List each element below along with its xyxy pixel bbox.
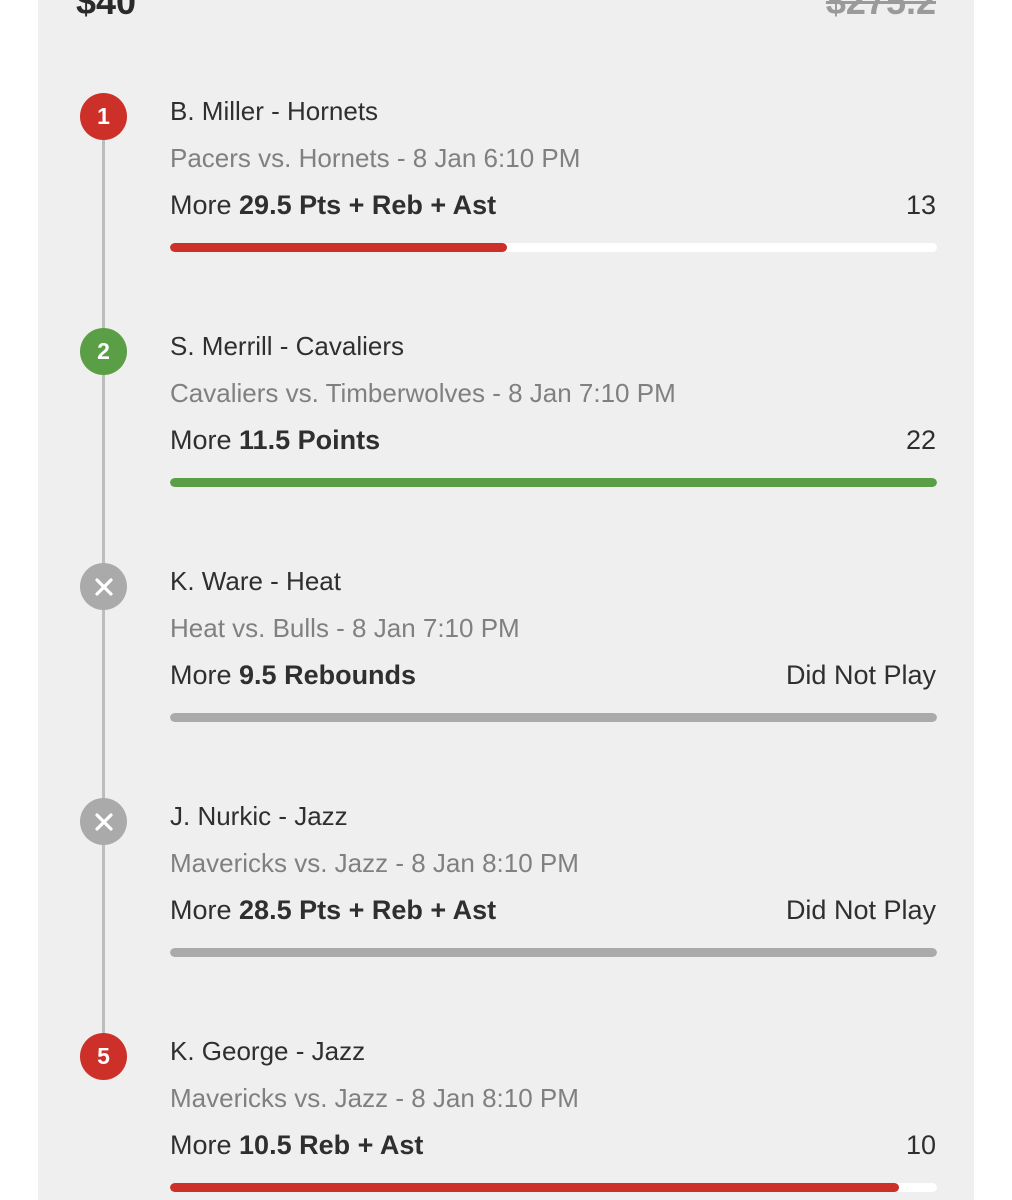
leg-number-badge: 2 xyxy=(80,328,127,375)
game-info: Cavaliers vs. Timberwolves - 8 Jan 7:10 … xyxy=(170,378,676,408)
player-name: B. Miller - Hornets xyxy=(170,96,379,126)
game-info: Heat vs. Bulls - 8 Jan 7:10 PM xyxy=(170,613,520,643)
prop-stat: 28.5 Pts + Reb + Ast xyxy=(239,895,497,925)
pick-leg[interactable]: 2 S. Merrill - Cavaliers Cavaliers vs. T… xyxy=(38,235,974,487)
game-info: Pacers vs. Hornets - 8 Jan 6:10 PM xyxy=(170,143,581,173)
close-icon xyxy=(94,577,113,596)
prop-direction: More xyxy=(170,660,232,690)
prop-line: More 11.5 Points xyxy=(170,424,380,456)
prop-stat: 29.5 Pts + Reb + Ast xyxy=(239,190,497,220)
player-name: J. Nurkic - Jazz xyxy=(170,801,348,831)
pick-leg[interactable]: K. Ware - Heat Heat vs. Bulls - 8 Jan 7:… xyxy=(38,470,974,722)
player-name: K. George - Jazz xyxy=(170,1036,366,1066)
stat-result: 13 xyxy=(905,190,936,220)
prop-direction: More xyxy=(170,1130,232,1160)
void-badge xyxy=(80,563,127,610)
prop-line: More 28.5 Pts + Reb + Ast xyxy=(170,894,496,926)
prop-stat: 10.5 Reb + Ast xyxy=(239,1130,424,1160)
pick-leg[interactable]: 1 B. Miller - Hornets Pacers vs. Hornets… xyxy=(38,0,974,252)
game-info: Mavericks vs. Jazz - 8 Jan 8:10 PM xyxy=(170,1083,579,1113)
game-info: Mavericks vs. Jazz - 8 Jan 8:10 PM xyxy=(170,848,579,878)
player-name: K. Ware - Heat xyxy=(170,566,341,596)
stat-result: 22 xyxy=(905,425,936,455)
prop-stat: 11.5 Points xyxy=(239,425,381,455)
progress-fill xyxy=(170,1183,899,1192)
stat-result: Did Not Play xyxy=(785,895,936,925)
progress-track xyxy=(170,1183,937,1192)
prop-direction: More xyxy=(170,895,232,925)
prop-direction: More xyxy=(170,190,232,220)
void-badge xyxy=(80,798,127,845)
prop-stat: 9.5 Rebounds xyxy=(239,660,417,690)
prop-line: More 29.5 Pts + Reb + Ast xyxy=(170,189,496,221)
player-name: S. Merrill - Cavaliers xyxy=(170,331,405,361)
pick-leg[interactable]: J. Nurkic - Jazz Mavericks vs. Jazz - 8 … xyxy=(38,705,974,957)
close-icon xyxy=(94,812,113,831)
prop-direction: More xyxy=(170,425,232,455)
leg-number-badge: 5 xyxy=(80,1033,127,1080)
pick-leg[interactable]: 5 K. George - Jazz Mavericks vs. Jazz - … xyxy=(38,940,974,1192)
stat-result: 10 xyxy=(905,1130,936,1160)
leg-number-badge: 1 xyxy=(80,93,127,140)
entry-card: $40 $275.2 1 B. Miller - Hornets Pacers … xyxy=(38,0,974,1200)
prop-line: More 9.5 Rebounds xyxy=(170,659,416,691)
prop-line: More 10.5 Reb + Ast xyxy=(170,1129,423,1161)
stat-result: Did Not Play xyxy=(785,660,936,690)
